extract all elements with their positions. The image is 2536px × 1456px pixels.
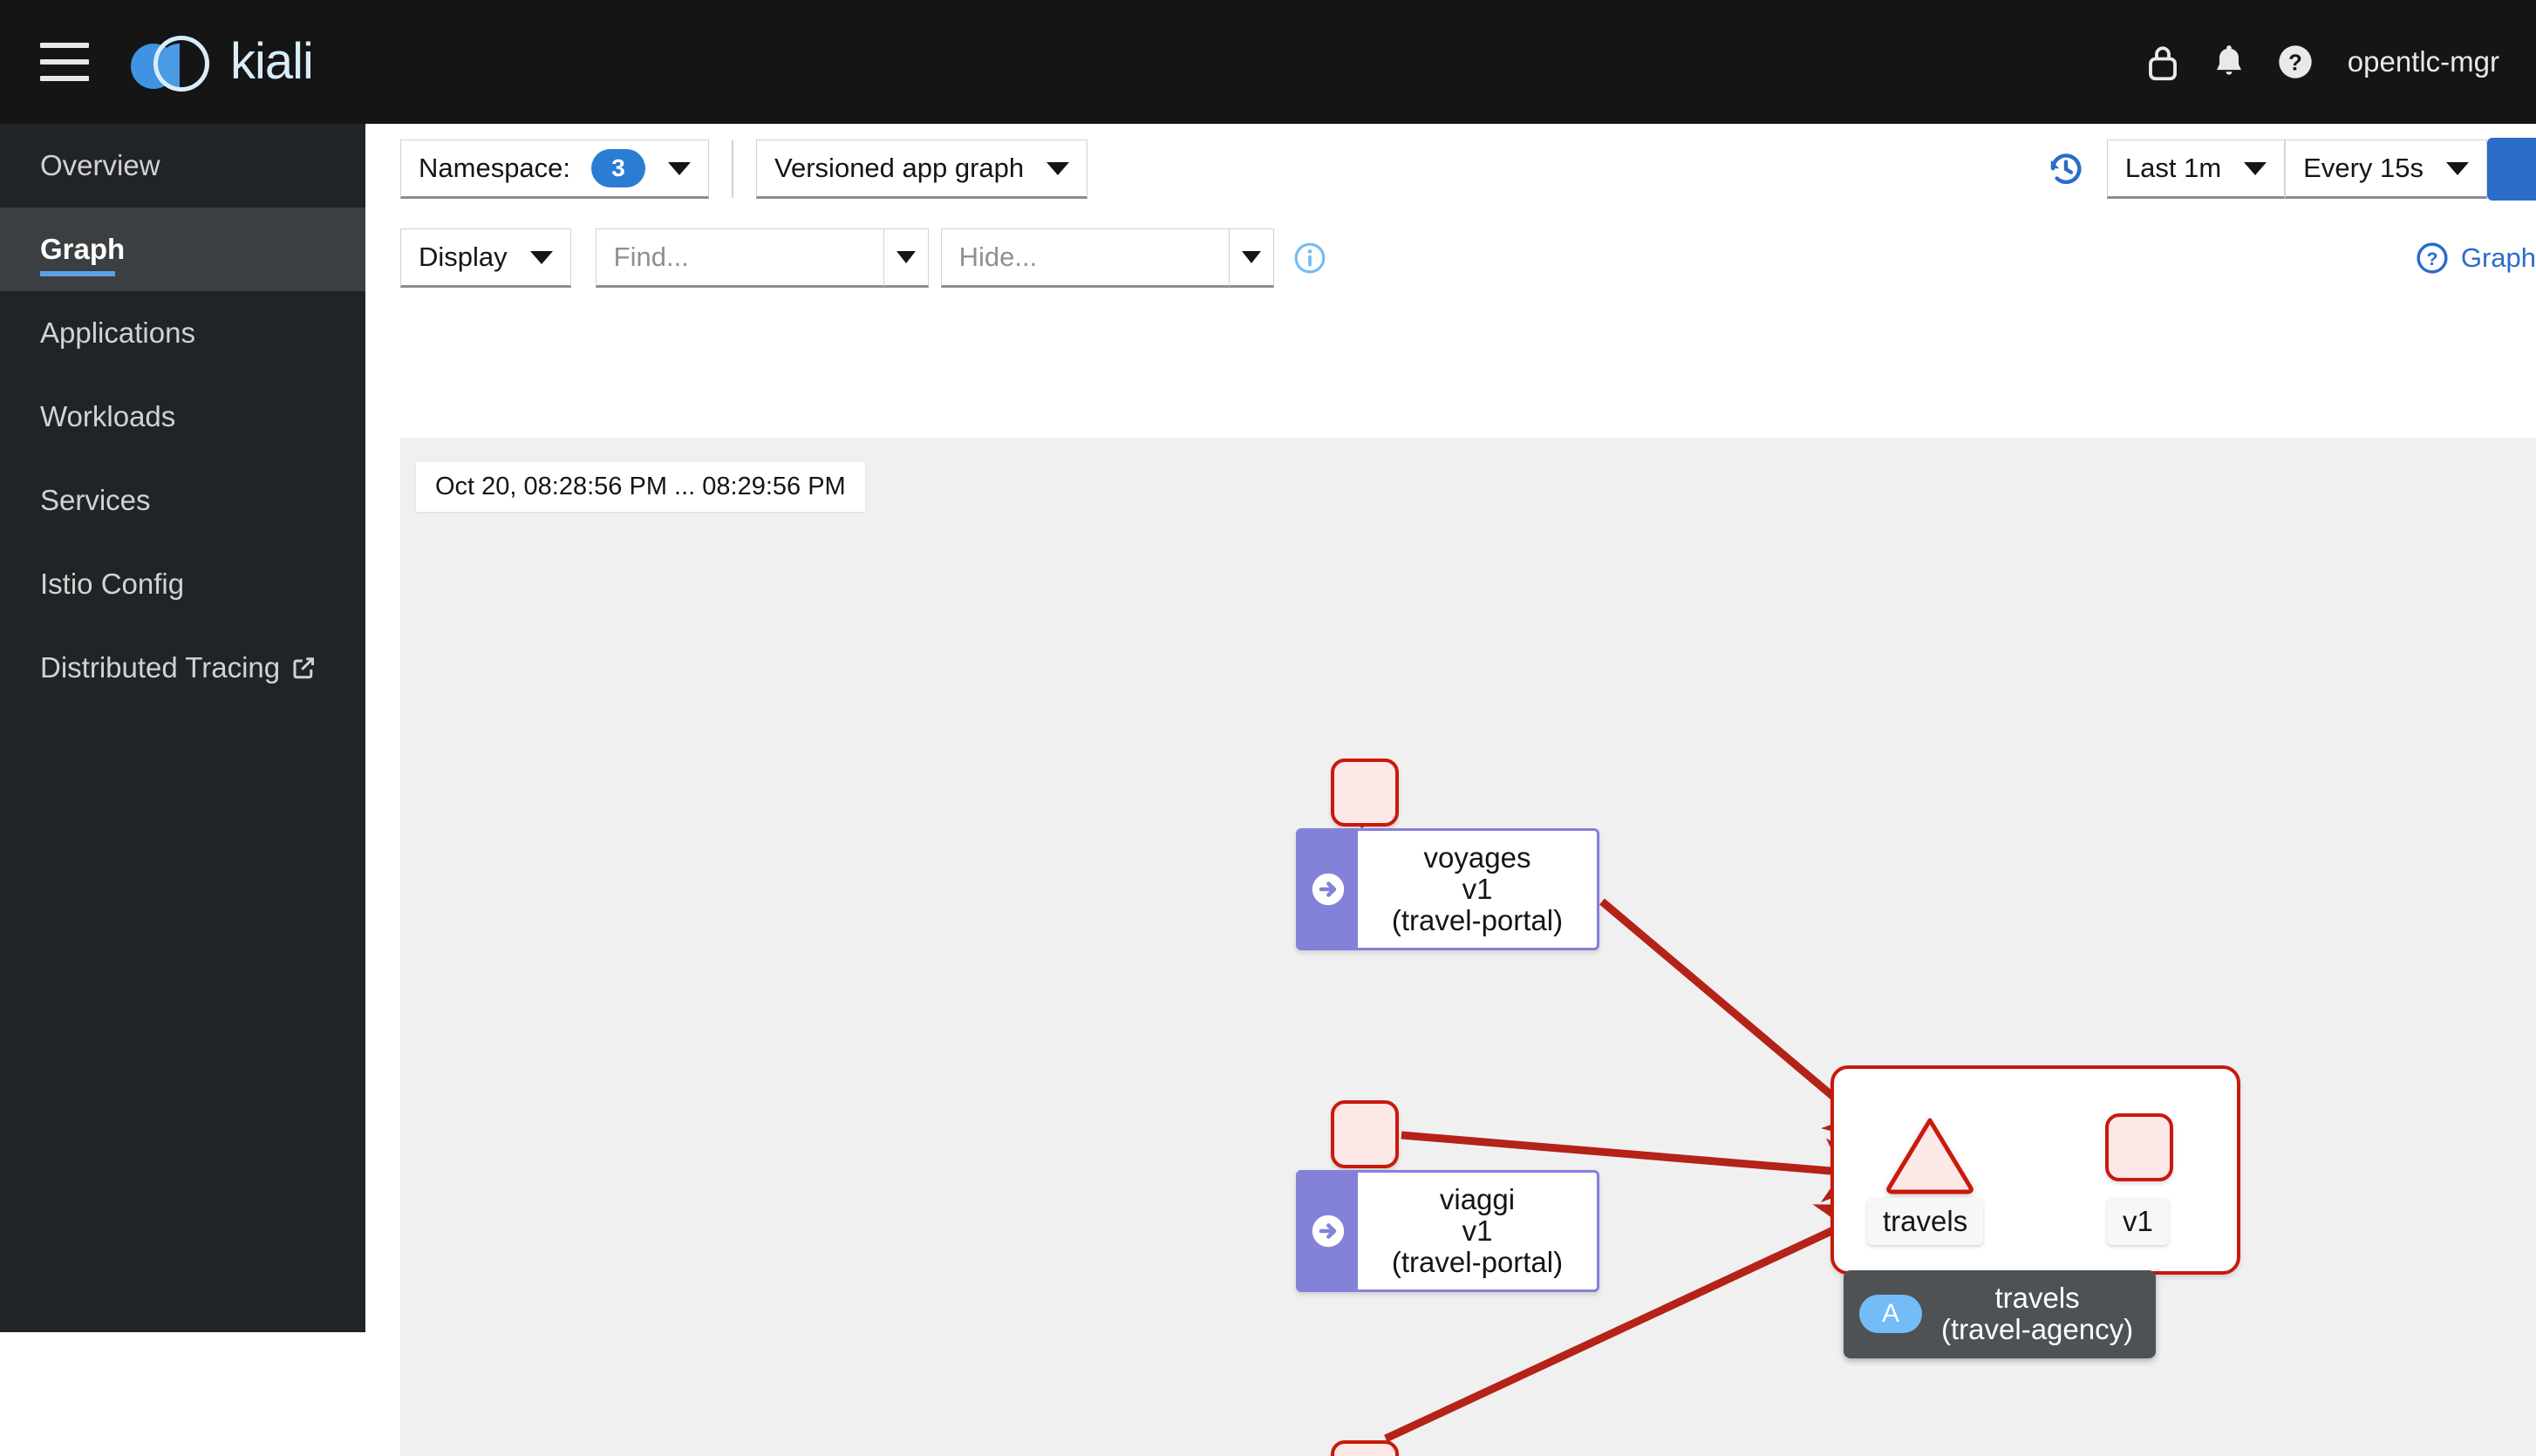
sidebar-item-distributed-tracing[interactable]: Distributed Tracing [0, 626, 365, 710]
menu-icon[interactable] [40, 43, 89, 81]
app-version: v1 [1462, 1214, 1493, 1248]
service-node-voyages[interactable] [1331, 759, 1399, 827]
display-label: Display [419, 242, 508, 272]
question-circle-icon: ? [2417, 242, 2448, 274]
graph-type-selector[interactable]: Versioned app graph [756, 139, 1088, 199]
toolbar-right-group: Last 1m Every 15s [2046, 138, 2536, 201]
hide-dropdown-toggle[interactable] [1228, 228, 1274, 288]
graph-tooltip: A travels (travel-agency) [1844, 1270, 2157, 1358]
menu-icon-bar [40, 59, 89, 65]
sidebar-item-overview[interactable]: Overview [0, 124, 365, 208]
app-node-viaggi[interactable]: viaggi v1 (travel-portal) [1296, 1170, 1599, 1292]
info-icon[interactable] [1293, 242, 1326, 275]
chevron-down-icon [2446, 161, 2469, 175]
tooltip-line-2: (travel-agency) [1941, 1313, 2134, 1346]
namespace-count-badge: 3 [591, 149, 646, 187]
sidebar-item-services[interactable]: Services [0, 459, 365, 542]
sidebar-item-label: Istio Config [40, 568, 185, 600]
chevron-down-icon [2244, 161, 2267, 175]
node-label-v1: v1 [2107, 1198, 2169, 1245]
masthead-actions: ? opentlc-mgr [2130, 29, 2536, 95]
hide-input[interactable]: Hide... [940, 228, 1229, 288]
graph-toolbar-primary: Namespace: 3 Versioned app graph Last 1m [365, 124, 2536, 214]
app-namespace: (travel-portal) [1391, 903, 1564, 936]
hide-placeholder: Hide... [958, 242, 1038, 272]
graph-help-label: Graph [2460, 242, 2536, 273]
brand-logo-link[interactable]: kiali [131, 32, 314, 92]
node-label-travels: travels [1867, 1198, 1984, 1245]
refresh-button[interactable] [2487, 138, 2536, 201]
sidebar-item-label: Overview [40, 149, 160, 181]
sidebar-item-workloads[interactable]: Workloads [0, 375, 365, 459]
app-version: v1 [1462, 873, 1493, 906]
service-node-travels[interactable] [1331, 1440, 1399, 1456]
graph-type-label: Versioned app graph [774, 153, 1025, 183]
svg-text:?: ? [2426, 248, 2437, 269]
kiali-logo-icon [131, 32, 211, 92]
brand-name: kiali [230, 33, 314, 90]
active-indicator [40, 271, 115, 276]
time-range-selector[interactable]: Last 1m [2106, 139, 2286, 199]
app-name: voyages [1423, 841, 1531, 874]
menu-icon-bar [40, 43, 89, 48]
bell-icon[interactable] [2196, 29, 2262, 95]
sidebar-item-istio-config[interactable]: Istio Config [0, 542, 365, 626]
graph-help-link[interactable]: ? Graph [2416, 242, 2536, 275]
time-range-label: Last 1m [2124, 153, 2222, 183]
tooltip-line-1: travels [1994, 1282, 2080, 1314]
app-namespace: (travel-portal) [1391, 1245, 1564, 1278]
find-placeholder: Find... [613, 242, 689, 272]
chevron-down-icon [1241, 251, 1261, 263]
lock-icon[interactable] [2130, 29, 2196, 95]
help-icon[interactable]: ? [2262, 29, 2328, 95]
sidebar-item-graph[interactable]: Graph [0, 208, 365, 291]
arrow-right-icon [1299, 831, 1358, 948]
svg-text:?: ? [2288, 51, 2302, 76]
menu-icon-bar [40, 76, 89, 81]
sidebar-item-label: Workloads [40, 400, 176, 432]
tooltip-text: travels (travel-agency) [1941, 1282, 2134, 1346]
service-node-viaggi[interactable] [1331, 1100, 1399, 1168]
history-icon[interactable] [2046, 149, 2086, 189]
sidebar-item-label: Applications [40, 316, 195, 349]
refresh-interval-label: Every 15s [2303, 153, 2424, 183]
service-node-v1[interactable] [2105, 1113, 2173, 1181]
sidebar-item-applications[interactable]: Applications [0, 291, 365, 375]
arrow-right-icon [1299, 1173, 1358, 1289]
app-node-label: voyages v1 (travel-portal) [1358, 831, 1597, 948]
graph-toolbar-secondary: Display Find... Hide... ? Graph [365, 214, 2536, 302]
display-menu-button[interactable]: Display [400, 228, 571, 288]
username-menu[interactable]: opentlc-mgr [2348, 45, 2499, 78]
find-input[interactable]: Find... [595, 228, 883, 288]
hide-input-group: Hide... [940, 228, 1274, 288]
toolbar-divider [732, 140, 734, 198]
chevron-down-icon [896, 251, 916, 263]
sidebar-item-label: Graph [40, 233, 126, 265]
namespace-label: Namespace: [419, 153, 571, 183]
graph-canvas[interactable]: Oct 20, 08:28:56 PM ... 08:29:56 PM trav… [400, 438, 2536, 1456]
app-node-label: viaggi v1 (travel-portal) [1358, 1173, 1597, 1289]
main-content: Namespace: 3 Versioned app graph Last 1m [365, 124, 2536, 1456]
namespace-selector[interactable]: Namespace: 3 [400, 139, 710, 199]
refresh-interval-selector[interactable]: Every 15s [2285, 139, 2487, 199]
external-link-icon [290, 655, 317, 681]
sidebar-item-label: Distributed Tracing [40, 651, 281, 684]
app-name: viaggi [1439, 1183, 1516, 1216]
sidebar-nav: Overview Graph Applications Workloads Se… [0, 124, 365, 1332]
tooltip-badge: A [1859, 1295, 1923, 1334]
chevron-down-icon [529, 250, 553, 264]
find-input-group: Find... [595, 228, 929, 288]
chevron-down-icon [668, 161, 692, 175]
chevron-down-icon [1046, 161, 1070, 175]
sidebar-item-label: Services [40, 484, 151, 516]
find-dropdown-toggle[interactable] [883, 228, 929, 288]
app-node-voyages[interactable]: voyages v1 (travel-portal) [1296, 828, 1599, 950]
service-entry-node-travels[interactable] [1883, 1113, 1977, 1201]
masthead: kiali ? opentlc-mgr [0, 0, 2536, 124]
